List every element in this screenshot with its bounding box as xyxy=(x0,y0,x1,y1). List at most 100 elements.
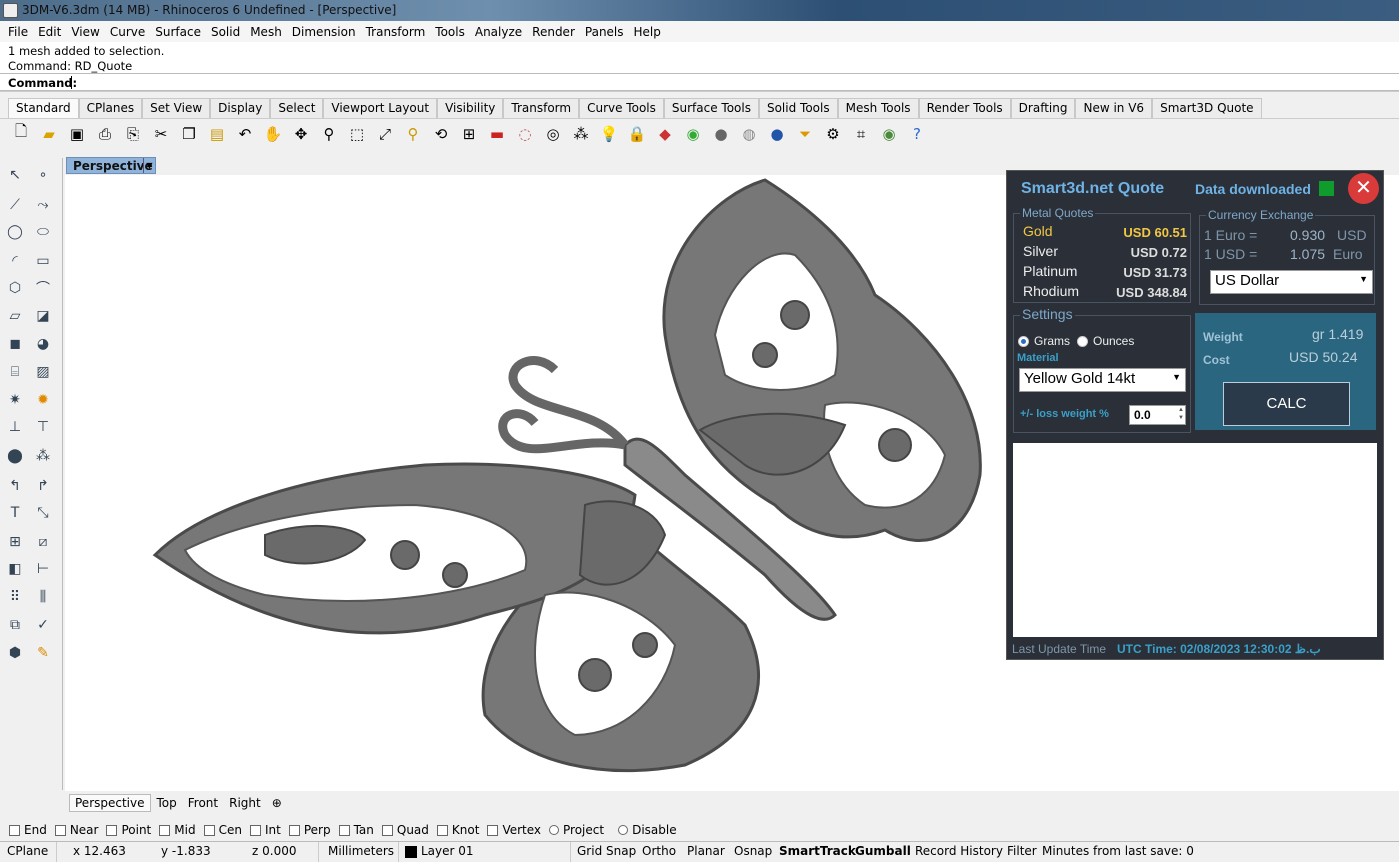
curve-icon[interactable]: ⤳ xyxy=(32,194,54,216)
menu-analyze[interactable]: Analyze xyxy=(470,25,527,39)
import-icon[interactable]: ⎘ xyxy=(121,122,145,146)
globe-icon[interactable]: ◉ xyxy=(877,122,901,146)
boolean-icon[interactable]: ◕ xyxy=(32,333,54,355)
units-label[interactable]: Millimeters xyxy=(328,844,394,858)
rectangle-icon[interactable]: ▭ xyxy=(32,250,54,272)
cplane-label[interactable]: CPlane xyxy=(7,844,48,858)
burst-icon[interactable]: ✹ xyxy=(32,389,54,411)
align-icon[interactable]: ⫼ xyxy=(32,586,54,608)
tab-mesh-tools[interactable]: Mesh Tools xyxy=(837,98,919,118)
rhino-app-icon[interactable] xyxy=(3,3,18,18)
explode-icon[interactable]: ✷ xyxy=(4,389,26,411)
osnap-perp[interactable]: Perp xyxy=(288,823,331,837)
cut-icon[interactable]: ✂ xyxy=(149,122,173,146)
tab-viewport-layout[interactable]: Viewport Layout xyxy=(323,98,438,118)
color-icon[interactable]: ◉ xyxy=(681,122,705,146)
loss-weight-stepper[interactable]: 0.0 ▲ ▼ xyxy=(1129,405,1186,425)
stepper-arrows-icon[interactable]: ▲ ▼ xyxy=(1178,406,1184,422)
layer-label[interactable]: Layer 01 xyxy=(421,844,474,858)
menu-transform[interactable]: Transform xyxy=(361,25,431,39)
check-icon[interactable]: ✓ xyxy=(32,614,54,636)
record-history-toggle[interactable]: Record History xyxy=(915,844,1003,858)
help-icon[interactable]: ? xyxy=(905,122,929,146)
tab-smart3d-quote[interactable]: Smart3D Quote xyxy=(1152,98,1262,118)
undo-icon[interactable]: ↶ xyxy=(233,122,257,146)
split-icon[interactable]: ⊤ xyxy=(32,416,54,438)
filter-toggle[interactable]: Filter xyxy=(1007,844,1037,858)
tab-solid-tools[interactable]: Solid Tools xyxy=(758,98,838,118)
pan-icon[interactable]: ✋ xyxy=(261,122,285,146)
menu-solid[interactable]: Solid xyxy=(206,25,245,39)
mesh-icon[interactable]: ⬢ xyxy=(4,642,26,664)
osnap-project[interactable]: Project xyxy=(549,823,604,837)
snap-icon[interactable]: ⌗ xyxy=(849,122,873,146)
layer-icon[interactable]: ◆ xyxy=(653,122,677,146)
osnap-near[interactable]: Near xyxy=(54,823,98,837)
menu-tools[interactable]: Tools xyxy=(430,25,470,39)
close-button[interactable]: ✕ xyxy=(1348,173,1379,204)
dimension-icon[interactable]: ⊢ xyxy=(32,558,54,580)
osnap-end[interactable]: End xyxy=(9,823,47,837)
select-arrow-icon[interactable]: ↖ xyxy=(4,164,26,186)
rotate-view-icon[interactable]: ⟲ xyxy=(429,122,453,146)
tab-standard[interactable]: Standard xyxy=(8,98,79,118)
show-icon[interactable]: ◎ xyxy=(541,122,565,146)
zoom-window-icon[interactable]: ⬚ xyxy=(345,122,369,146)
osnap-mid[interactable]: Mid xyxy=(159,823,196,837)
tab-display[interactable]: Display xyxy=(210,98,271,118)
tab-visibility[interactable]: Visibility xyxy=(437,98,504,118)
currency-select[interactable]: US Dollar ▼ xyxy=(1210,270,1373,294)
osnap-vertex[interactable]: Vertex xyxy=(487,823,541,837)
add-viewport-icon[interactable]: ⊕ xyxy=(267,795,287,811)
menu-curve[interactable]: Curve xyxy=(105,25,150,39)
text-icon[interactable]: T xyxy=(4,502,26,524)
osnap-point[interactable]: Point xyxy=(106,823,151,837)
osnap-tan[interactable]: Tan xyxy=(338,823,374,837)
menu-edit[interactable]: Edit xyxy=(33,25,66,39)
arc-icon[interactable]: ◜ xyxy=(4,250,26,272)
cylinder-icon[interactable]: ⌸ xyxy=(4,361,26,383)
menu-surface[interactable]: Surface xyxy=(150,25,206,39)
zoom-extents-icon[interactable]: ⤢ xyxy=(373,122,397,146)
sphere-icon[interactable]: ● xyxy=(709,122,733,146)
grid-snap-toggle[interactable]: Grid Snap xyxy=(577,844,636,858)
planar-toggle[interactable]: Planar xyxy=(687,844,725,858)
box-icon[interactable]: ◼ xyxy=(4,333,26,355)
polyline-icon[interactable]: ⟋ xyxy=(4,194,26,216)
tab-perspective[interactable]: Perspective xyxy=(69,794,151,812)
patch-icon[interactable]: ▨ xyxy=(32,361,54,383)
light-icon[interactable]: 💡 xyxy=(597,122,621,146)
tab-front[interactable]: Front xyxy=(183,795,223,811)
ball-icon[interactable]: ● xyxy=(765,122,789,146)
viewport-title-tab[interactable]: Perspective ▼ xyxy=(66,157,156,174)
hide-icon[interactable]: ◌ xyxy=(513,122,537,146)
grams-radio[interactable] xyxy=(1018,336,1029,347)
circle-icon[interactable]: ◯ xyxy=(4,221,26,243)
osnap-toggle[interactable]: Osnap xyxy=(734,844,772,858)
tab-set-view[interactable]: Set View xyxy=(142,98,211,118)
ounces-radio[interactable] xyxy=(1077,336,1088,347)
car-icon[interactable]: ▬ xyxy=(485,122,509,146)
menu-mesh[interactable]: Mesh xyxy=(245,25,287,39)
fillet-icon[interactable]: ↰ xyxy=(4,475,26,497)
options-icon[interactable]: ⚙ xyxy=(821,122,845,146)
render-sphere-icon[interactable]: ◍ xyxy=(737,122,761,146)
command-line[interactable]: Command: xyxy=(0,73,1399,91)
new-icon[interactable]: 🗋 xyxy=(9,122,33,146)
ungroup-icon[interactable]: ⁂ xyxy=(32,445,54,467)
menu-view[interactable]: View xyxy=(66,25,104,39)
osnap-int[interactable]: Int xyxy=(249,823,281,837)
material-select[interactable]: Yellow Gold 14kt ▼ xyxy=(1019,368,1186,392)
array-icon[interactable]: ⊞ xyxy=(4,531,26,553)
menu-help[interactable]: Help xyxy=(629,25,666,39)
smarttrack-toggle[interactable]: SmartTrack xyxy=(779,844,856,858)
menu-panels[interactable]: Panels xyxy=(580,25,629,39)
zoom-selected-icon[interactable]: ⚲ xyxy=(401,122,425,146)
group-icon[interactable]: ⬤ xyxy=(4,445,26,467)
trim-icon[interactable]: ⊥ xyxy=(4,416,26,438)
osnap-knot[interactable]: Knot xyxy=(436,823,479,837)
tab-top[interactable]: Top xyxy=(152,795,182,811)
zoom-icon[interactable]: ⚲ xyxy=(317,122,341,146)
ellipse-icon[interactable]: ⬭ xyxy=(32,221,54,243)
tab-right[interactable]: Right xyxy=(224,795,266,811)
